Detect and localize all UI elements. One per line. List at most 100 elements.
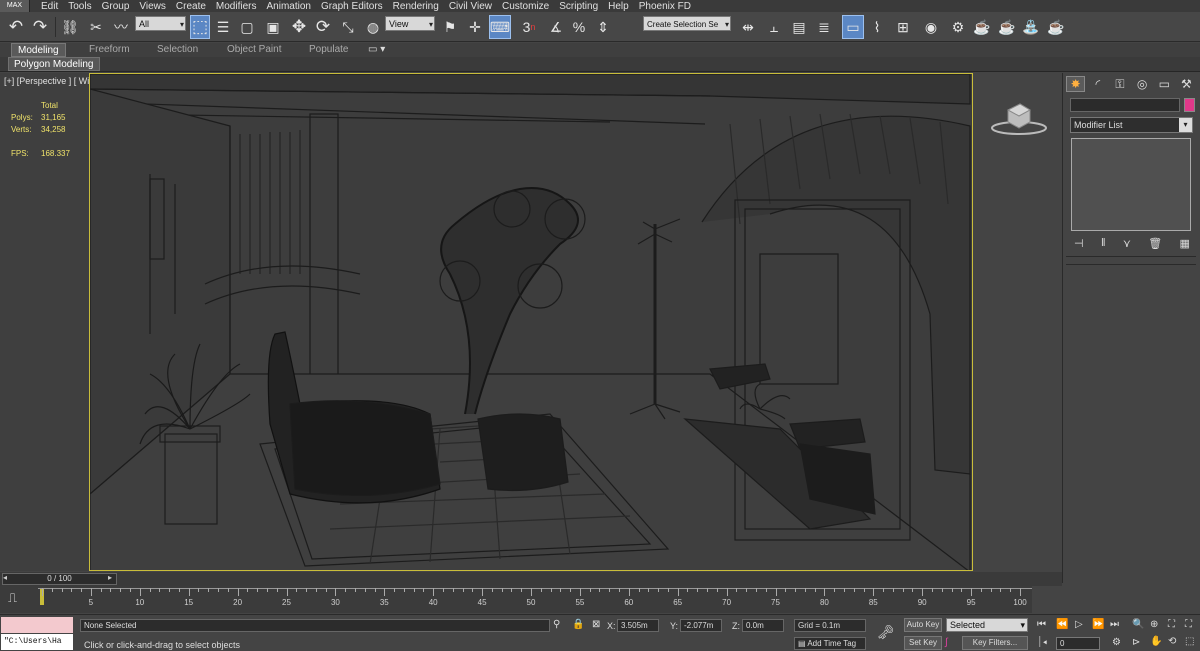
x-coordinate-field[interactable]: 3.505m [617, 619, 659, 632]
rotate-icon[interactable]: ⟳ [313, 15, 333, 39]
key-tangent-icon[interactable]: ∫ [945, 637, 948, 648]
tab-selection[interactable]: Selection [157, 43, 198, 57]
remove-modifier-icon[interactable]: 🗑 [1148, 237, 1162, 251]
select-by-name-icon[interactable]: ☰ [213, 15, 233, 39]
z-coordinate-field[interactable]: 0.0m [742, 619, 784, 632]
make-unique-icon[interactable]: ⋎ [1123, 237, 1131, 251]
material-editor-icon[interactable]: ◉ [920, 15, 942, 39]
show-end-result-icon[interactable]: ‖ [1101, 237, 1106, 251]
menu-animation[interactable]: Animation [266, 1, 310, 12]
motion-tab-icon[interactable]: ◎ [1133, 76, 1152, 92]
schematic-view-icon[interactable]: ⊞ [892, 15, 914, 39]
rectangular-selection-icon[interactable]: ▢ [236, 15, 258, 39]
render-setup-icon[interactable]: ⚙ [947, 15, 969, 39]
angle-snap-icon[interactable]: ∡ [545, 15, 567, 39]
app-logo[interactable]: MAX [0, 0, 30, 12]
viewcube-gizmo[interactable] [990, 98, 1048, 138]
move-icon[interactable]: ✥ [288, 15, 310, 39]
menu-modifiers[interactable]: Modifiers [216, 1, 257, 12]
perspective-viewport[interactable] [89, 73, 973, 571]
menu-phoenix-fd[interactable]: Phoenix FD [639, 1, 691, 12]
snaps-toggle-icon[interactable]: 3n [517, 15, 541, 39]
menu-group[interactable]: Group [102, 1, 130, 12]
key-icon[interactable]: 🗝 [877, 624, 895, 641]
pan-icon[interactable]: ✋ [1150, 636, 1162, 647]
menu-views[interactable]: Views [139, 1, 166, 12]
key-mode-dropdown[interactable]: Selected ▾ [946, 618, 1028, 632]
current-frame-field[interactable]: 0 [1056, 637, 1100, 650]
menu-tools[interactable]: Tools [68, 1, 91, 12]
bind-space-warp-icon[interactable]: 〰 [110, 15, 132, 39]
menu-create[interactable]: Create [176, 1, 206, 12]
isolate-selection-icon[interactable]: ⚲ [553, 619, 560, 630]
object-color-swatch[interactable] [1184, 98, 1195, 112]
curve-editor-icon[interactable]: ⌇ [866, 15, 888, 39]
keyboard-shortcut-override-icon[interactable]: ⌨ [489, 15, 511, 39]
window-crossing-icon[interactable]: ▣ [262, 15, 284, 39]
absolute-mode-icon[interactable]: ⊠ [592, 619, 600, 630]
field-of-view-icon[interactable]: ⊳ [1132, 637, 1140, 648]
selection-filter-dropdown[interactable]: All ▾ [135, 16, 186, 31]
next-frame-button-icon[interactable]: ⏩ [1092, 619, 1104, 630]
unlink-icon[interactable]: ✂ [86, 15, 106, 39]
menu-rendering[interactable]: Rendering [393, 1, 439, 12]
key-mode-toggle-icon[interactable]: ⏐◂ [1037, 637, 1047, 648]
menu-help[interactable]: Help [608, 1, 629, 12]
time-slider[interactable] [0, 572, 1062, 586]
auto-key-button[interactable]: Auto Key [904, 618, 942, 632]
maximize-viewport-icon[interactable]: ⬚ [1185, 636, 1194, 647]
maxscript-listener-input[interactable]: "C:\Users\Ha [1, 634, 73, 650]
scale-icon[interactable]: ⤡ [337, 15, 359, 39]
zoom-extents-icon[interactable]: ⛶ [1168, 619, 1175, 630]
named-selection-sets-dropdown[interactable]: Create Selection Se ▾ [643, 16, 731, 31]
select-object-icon[interactable]: ⬚ [190, 15, 210, 39]
toggle-ribbon-icon[interactable]: ▭ [842, 15, 864, 39]
tab-populate[interactable]: Populate [309, 43, 348, 57]
pivot-center-icon[interactable]: ⚑ [440, 15, 460, 39]
zoom-extents-all-icon[interactable]: ⛶ [1185, 619, 1192, 630]
menu-customize[interactable]: Customize [502, 1, 549, 12]
selection-lock-icon[interactable]: 🔒 [572, 619, 584, 630]
menu-edit[interactable]: Edit [41, 1, 58, 12]
menu-scripting[interactable]: Scripting [559, 1, 598, 12]
modify-tab-icon[interactable]: ◜ [1088, 76, 1107, 92]
tab-polygon-modeling[interactable]: Polygon Modeling [8, 57, 100, 71]
placement-icon[interactable]: ◍ [362, 15, 384, 39]
undo-icon[interactable]: ↶ [6, 15, 26, 39]
frame-slider-thumb[interactable]: 0 / 100 [2, 573, 117, 585]
spinner-snap-icon[interactable]: ⇕ [592, 15, 614, 39]
render-production-icon[interactable]: ☕ [996, 15, 1018, 39]
menu-graph-editors[interactable]: Graph Editors [321, 1, 383, 12]
previous-frame-icon[interactable]: ⏪ [1056, 619, 1068, 630]
pin-stack-icon[interactable]: ⊣ [1074, 237, 1084, 251]
maxscript-listener-output[interactable] [1, 617, 73, 633]
percent-snap-icon[interactable]: % [568, 15, 590, 39]
utilities-tab-icon[interactable]: ⚒ [1177, 76, 1196, 92]
go-to-end-icon[interactable]: ⏭ [1110, 619, 1119, 630]
key-filters-button[interactable]: Key Filters... [962, 636, 1028, 650]
render-activeshade-icon[interactable]: ☕ [1045, 15, 1067, 39]
tab-freeform[interactable]: Freeform [89, 43, 130, 57]
prev-frame-icon[interactable]: ◂ [3, 573, 7, 582]
rendered-frame-window-icon[interactable]: ☕ [971, 15, 993, 39]
redo-icon[interactable]: ↷ [30, 15, 50, 39]
next-frame-icon[interactable]: ▸ [108, 573, 112, 582]
ribbon-options-icon[interactable]: ▭ ▾ [368, 43, 385, 57]
link-icon[interactable]: ⛓ [60, 15, 80, 39]
select-and-manipulate-icon[interactable]: ✛ [465, 15, 485, 39]
reference-coordinate-dropdown[interactable]: View ▾ [385, 16, 435, 31]
hierarchy-tab-icon[interactable]: ⚿ [1110, 76, 1129, 92]
zoom-icon[interactable]: 🔍 [1132, 619, 1144, 630]
modifier-stack[interactable] [1071, 138, 1191, 231]
object-name-field[interactable] [1070, 98, 1180, 112]
mirror-icon[interactable]: ⇹ [737, 15, 759, 39]
render-iterative-icon[interactable]: ⛲ [1020, 15, 1042, 39]
y-coordinate-field[interactable]: -2.077m [680, 619, 722, 632]
layer-explorer-icon[interactable]: ≣ [813, 15, 835, 39]
zoom-all-icon[interactable]: ⊕ [1150, 619, 1158, 630]
align-icon[interactable]: ⫠ [763, 15, 785, 39]
mini-curve-editor-icon[interactable]: ⎍ [8, 590, 17, 606]
set-key-button[interactable]: Set Key [904, 636, 942, 650]
time-configuration-icon[interactable]: ⚙ [1112, 637, 1121, 648]
tab-modeling[interactable]: Modeling [11, 43, 66, 57]
